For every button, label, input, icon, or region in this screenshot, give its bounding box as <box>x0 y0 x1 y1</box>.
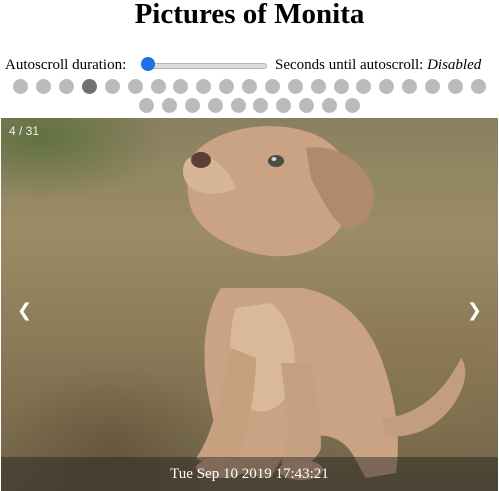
autoscroll-duration-slider[interactable] <box>141 57 267 71</box>
slide-dot[interactable] <box>276 98 292 113</box>
slide-caption: Tue Sep 10 2019 17:43:21 <box>1 457 498 491</box>
slide-indicator-row-1 <box>0 79 499 97</box>
slide-dot[interactable] <box>104 79 120 94</box>
slide-dot[interactable] <box>230 98 246 113</box>
autoscroll-duration-label: Autoscroll duration: <box>5 57 127 73</box>
slide-dot[interactable] <box>59 79 74 94</box>
slide-dot[interactable] <box>470 79 486 94</box>
slideshow-image: 4 / 31 ❮ ❯ Tue Sep 10 2019 17:43:21 <box>1 118 498 491</box>
slide-dot[interactable] <box>196 79 212 94</box>
slide-dot[interactable] <box>402 79 418 94</box>
slide-counter: 4 / 31 <box>9 124 40 138</box>
slide-dot[interactable] <box>127 79 143 94</box>
slide-dot[interactable] <box>81 79 97 94</box>
slide-dot[interactable] <box>344 98 360 113</box>
slide-dot[interactable] <box>379 79 395 94</box>
slide-dot[interactable] <box>242 79 257 94</box>
slide-indicator-row-2 <box>0 98 499 116</box>
slide-dot[interactable] <box>161 98 177 113</box>
slide-dot[interactable] <box>333 79 349 94</box>
slide-dot[interactable] <box>299 98 315 113</box>
slide-dot[interactable] <box>173 79 189 94</box>
slider-thumb[interactable] <box>141 57 155 71</box>
slide-dot[interactable] <box>13 79 29 94</box>
slide-dot[interactable] <box>425 79 440 94</box>
seconds-until-autoscroll: Seconds until autoscroll: Disabled <box>275 56 481 74</box>
slide-dot[interactable] <box>447 79 463 94</box>
slide-dot[interactable] <box>150 79 166 94</box>
slide-dot[interactable] <box>207 98 223 113</box>
slide-dot[interactable] <box>36 79 52 94</box>
puppy-photo <box>183 126 466 480</box>
slide-dot[interactable] <box>219 79 235 94</box>
previous-slide-button[interactable]: ❮ <box>11 298 38 323</box>
slide-dot[interactable] <box>139 98 155 113</box>
slide-dot[interactable] <box>356 79 372 94</box>
slide-dot[interactable] <box>322 98 338 113</box>
slide-dot[interactable] <box>310 79 326 94</box>
slider-track <box>141 63 267 69</box>
slide-dot[interactable] <box>253 98 269 113</box>
slide-dot[interactable] <box>264 79 280 94</box>
next-slide-button[interactable]: ❯ <box>461 298 488 323</box>
seconds-until-autoscroll-value: Disabled <box>427 57 482 73</box>
page-title: Pictures of Monita <box>134 0 365 30</box>
slide-dot[interactable] <box>184 98 200 113</box>
seconds-until-autoscroll-label: Seconds until autoscroll: <box>275 57 424 73</box>
slide-dot[interactable] <box>287 79 303 94</box>
